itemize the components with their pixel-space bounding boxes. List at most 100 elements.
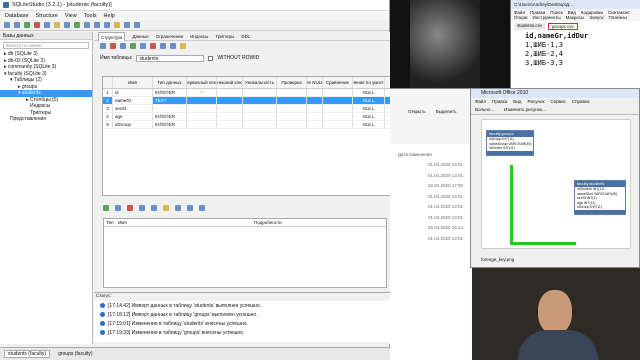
col-header-type[interactable]: Тип данных — [153, 77, 187, 88]
unique-constraint-icon[interactable] — [187, 205, 193, 211]
col-header-default[interactable]: чение по умолч — [353, 77, 385, 88]
task-students[interactable]: students (faculty) — [4, 350, 51, 358]
csv-line: 3,ШИБ-3,3 — [525, 59, 563, 67]
disconnect-icon[interactable] — [14, 22, 20, 28]
config-icon[interactable] — [134, 22, 140, 28]
main-toolbar — [0, 20, 389, 31]
explorer-window: Открыть Выделить Дата изменения 01.04.20… — [390, 88, 472, 360]
delete-constraint-icon[interactable] — [127, 205, 133, 211]
new-trigger-icon[interactable] — [94, 22, 100, 28]
refresh-icon[interactable] — [54, 22, 60, 28]
connect-icon[interactable] — [4, 22, 10, 28]
table-name-input[interactable]: students — [136, 54, 205, 62]
tab-triggers[interactable]: Триггеры — [215, 34, 234, 39]
edit-picture-button[interactable]: Изменить рисунок... — [504, 107, 546, 112]
file-date: 01.04.2020 13:01 — [428, 172, 464, 178]
groups-table-box: faculty.groups idGroup INT(11) nameGroup … — [486, 130, 534, 156]
menu-tools[interactable]: Tools — [84, 13, 97, 19]
webcam-frame — [478, 268, 640, 360]
menu-bar: Database Structure View Tools Help — [0, 11, 389, 20]
file-date: 01.04.2020 13:01 — [428, 193, 464, 199]
date-list: 01.04.2020 13:01 01.04.2020 13:01 02.04.20… — [390, 160, 472, 244]
notepad-tabs: students.csv groups.csv — [511, 21, 640, 32]
task-groups[interactable]: groups (faculty) — [58, 351, 92, 357]
info-icon — [100, 312, 105, 317]
col-header-collate[interactable]: Сравнение — [323, 77, 353, 88]
select-button[interactable]: Выделить — [436, 109, 457, 144]
menu-database[interactable]: Database — [5, 13, 29, 19]
zoom-button[interactable]: Вольно... — [475, 107, 494, 112]
info-icon — [100, 303, 105, 308]
notepad-text[interactable]: id,nameGr,idDur 1,ШИБ-1,3 2,ШИБ-2,4 3,ШИ… — [511, 32, 640, 68]
menu-view[interactable]: View — [65, 13, 77, 19]
file-name: forenge_key.png — [481, 257, 515, 262]
col-header-check[interactable]: Проверка — [277, 77, 307, 88]
col-header-fk[interactable]: Внешний ключ — [217, 77, 243, 88]
office-toolbar: Вольно... Изменить рисунок... — [471, 105, 639, 115]
move-up-icon[interactable] — [160, 43, 166, 49]
constraint-icon[interactable] — [180, 43, 186, 49]
new-view-icon[interactable] — [104, 22, 110, 28]
tab-indexes[interactable]: Индексы — [190, 34, 208, 39]
col-header-notnull[interactable]: Не NULL — [307, 77, 323, 88]
er-diagram: faculty.groups idGroup INT(11) nameGroup … — [481, 119, 631, 249]
col-header-name[interactable]: Имя — [113, 77, 153, 88]
new-index-icon[interactable] — [84, 22, 90, 28]
table-name-label: Имя таблицы: — [100, 55, 133, 61]
without-rowid-checkbox[interactable] — [208, 55, 214, 61]
tab-data[interactable]: Данные — [132, 34, 148, 39]
edit-constraint-icon[interactable] — [115, 205, 121, 211]
notepad-window: C:\Users\Andrey\Desktop\Д... Файл Правка П… — [510, 0, 640, 92]
video-frame — [390, 0, 510, 88]
check-constraint-icon[interactable] — [199, 205, 205, 211]
rollback-icon[interactable] — [110, 43, 116, 49]
office-window: Microsoft Office 2010 Файл Правка Вид Рисун… — [470, 88, 640, 268]
add-column-icon[interactable] — [130, 43, 136, 49]
tab-structure[interactable]: Структура — [98, 31, 126, 41]
pk-constraint-icon[interactable] — [163, 205, 169, 211]
structure-toolbar — [94, 41, 390, 51]
new-table-icon[interactable] — [74, 22, 80, 28]
col-header-unique[interactable]: Уникальность — [243, 77, 277, 88]
notepad-title: C:\Users\Andrey\Desktop\Д... — [511, 0, 640, 9]
constraints-header: Тип Имя Подробности — [104, 219, 386, 227]
tab-ddl[interactable]: DDL — [241, 34, 250, 39]
table-name-row: Имя таблицы: students WITHOUT ROWID — [94, 53, 390, 63]
fk-constraint-icon[interactable] — [175, 205, 181, 211]
constraint-down-icon[interactable] — [151, 205, 157, 211]
db-filter-input[interactable]: Фильтр по имени — [3, 42, 89, 49]
status-line: [17:18:12] Импорт данных в таблицу 'grou… — [94, 310, 390, 319]
open-button[interactable]: Открыть — [408, 109, 426, 144]
delete-db-icon[interactable] — [34, 22, 40, 28]
relation-line — [510, 242, 576, 245]
csv-line: 1,ШИБ-1,3 — [525, 41, 563, 49]
tab-constraints[interactable]: Ограничения — [156, 34, 183, 39]
tab-students-csv[interactable]: students.csv — [514, 23, 546, 30]
edit-column-icon[interactable] — [140, 43, 146, 49]
move-down-icon[interactable] — [170, 43, 176, 49]
sql-editor-icon[interactable] — [64, 22, 70, 28]
col-header-pk[interactable]: Первичный ключ — [187, 77, 217, 88]
app-icon — [3, 2, 9, 8]
add-constraint-icon[interactable] — [103, 205, 109, 211]
constraint-up-icon[interactable] — [139, 205, 145, 211]
delete-column-icon[interactable] — [150, 43, 156, 49]
menu-help[interactable]: Help — [104, 13, 115, 19]
import-icon[interactable] — [124, 22, 130, 28]
tree-views[interactable]: Представления — [0, 116, 92, 123]
menu-structure[interactable]: Structure — [36, 13, 58, 19]
commit-icon[interactable] — [100, 43, 106, 49]
database-panel: Базы данных Фильтр по имени ▸ db (SQLite… — [0, 32, 93, 344]
export-icon[interactable] — [114, 22, 120, 28]
status-header: Статус: — [94, 293, 390, 301]
add-db-icon[interactable] — [24, 22, 30, 28]
refresh-structure-icon[interactable] — [120, 43, 126, 49]
status-line: [17:14:42] Импорт данных в таблицу 'stud… — [94, 301, 390, 310]
students-table-box: faculty.students idStudent INT(11) nameSt… — [574, 180, 626, 215]
date-column-header[interactable]: Дата изменения — [390, 144, 472, 160]
csv-line: id,nameGr,idDur — [525, 32, 589, 40]
edit-db-icon[interactable] — [44, 22, 50, 28]
col-header-num — [103, 77, 113, 88]
tab-groups-csv[interactable]: groups.csv — [548, 23, 578, 30]
without-rowid-label: WITHOUT ROWID — [217, 55, 260, 61]
